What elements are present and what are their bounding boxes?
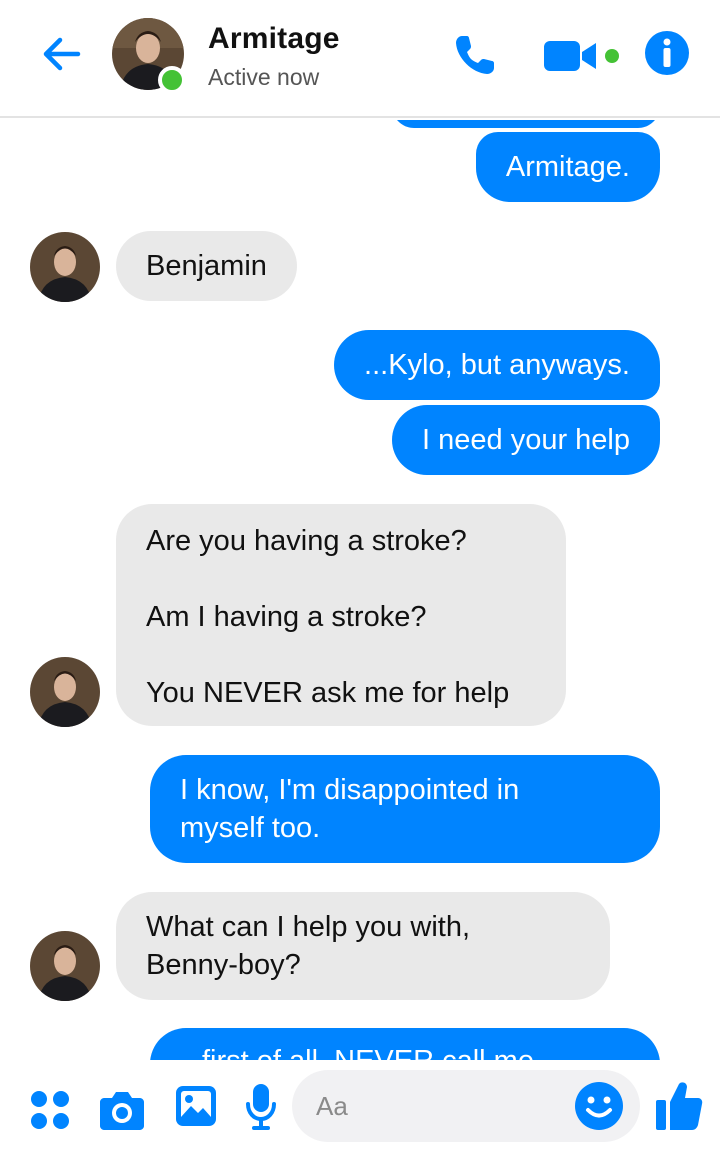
image-icon[interactable]	[174, 1084, 218, 1128]
phone-icon[interactable]	[450, 30, 500, 80]
message-bubble-outgoing[interactable]: Armitage.	[475, 132, 660, 202]
message-thread: Armitage. Benjamin ...Kylo, but anyways.…	[0, 120, 720, 1060]
contact-avatar-small[interactable]	[30, 931, 100, 1001]
message-bubble-incoming[interactable]: Are you having a stroke? Am I having a s…	[116, 504, 566, 726]
message-text: I need your help	[422, 424, 630, 456]
thumbs-up-icon[interactable]	[654, 1080, 704, 1132]
message-bubble-clipped[interactable]	[392, 120, 660, 128]
message-text: What can I help you with, Benny-boy?	[146, 911, 470, 981]
message-bubble-incoming[interactable]: Benjamin	[116, 231, 297, 301]
camera-icon[interactable]	[98, 1088, 146, 1132]
video-camera-icon[interactable]	[542, 38, 624, 74]
message-input-container	[292, 1070, 640, 1142]
contact-status: Active now	[208, 64, 320, 90]
message-bubble-incoming[interactable]: What can I help you with, Benny-boy?	[116, 892, 610, 1000]
active-status-dot	[158, 66, 186, 94]
back-arrow-icon[interactable]	[38, 30, 86, 78]
message-text: first of all, NEVER call me	[202, 1045, 534, 1060]
message-bubble-outgoing[interactable]: first of all, NEVER call me	[150, 1028, 660, 1060]
smiley-icon[interactable]	[574, 1081, 624, 1131]
message-text: Benjamin	[146, 250, 267, 282]
four-dots-icon[interactable]	[30, 1090, 70, 1130]
contact-name[interactable]: Armitage	[208, 22, 340, 56]
contact-avatar-small[interactable]	[30, 232, 100, 302]
info-icon[interactable]	[644, 30, 690, 76]
message-bubble-outgoing[interactable]: ...Kylo, but anyways.	[334, 330, 660, 400]
message-composer	[0, 1060, 720, 1150]
message-text: I know, I'm disappointed in myself too.	[180, 774, 520, 844]
message-text: ...Kylo, but anyways.	[364, 349, 630, 381]
message-text: Armitage.	[505, 151, 630, 183]
chat-header: Armitage Active now	[0, 0, 720, 118]
contact-avatar-small[interactable]	[30, 657, 100, 727]
message-text: Are you having a stroke? Am I having a s…	[146, 525, 510, 709]
message-input[interactable]	[316, 1070, 576, 1142]
message-bubble-outgoing[interactable]: I need your help	[392, 405, 660, 475]
message-bubble-outgoing[interactable]: I know, I'm disappointed in myself too.	[150, 755, 660, 863]
microphone-icon[interactable]	[244, 1082, 278, 1132]
